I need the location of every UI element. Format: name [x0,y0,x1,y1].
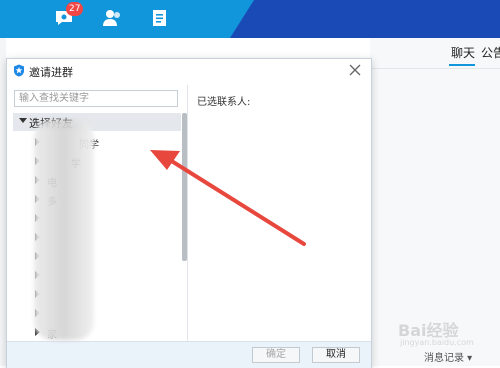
tab-chat[interactable]: 聊天 [451,44,475,61]
dialog-footer: 确定 取消 [7,341,371,368]
active-tab-indicator [449,64,475,66]
app-top-bar: 27 [0,0,500,38]
unread-badge: 27 [66,2,84,16]
privacy-blur [34,120,94,340]
contacts-icon[interactable] [102,8,122,28]
friend-search-input[interactable] [14,90,178,107]
dialog-title-bar[interactable]: 邀请进群 [7,59,371,83]
top-bar-accent [230,0,500,38]
confirm-button[interactable]: 确定 [252,347,300,363]
dialog-column-divider [187,85,188,341]
close-icon[interactable] [349,64,361,76]
tab-notice[interactable]: 公告 [481,44,500,61]
watermark-url: jingyan.baidu.com [400,338,474,347]
qq-logo-icon [14,64,24,77]
caret-down-icon [19,118,27,123]
selected-contacts-label: 已选联系人: [197,97,251,108]
baidu-jingyan-watermark: Bai经验 jingyan.baidu.com [382,313,496,353]
dialog-title: 邀请进群 [29,66,73,79]
cancel-button[interactable]: 取消 [312,347,360,363]
document-icon[interactable] [150,8,170,28]
pane-divider [370,68,500,69]
